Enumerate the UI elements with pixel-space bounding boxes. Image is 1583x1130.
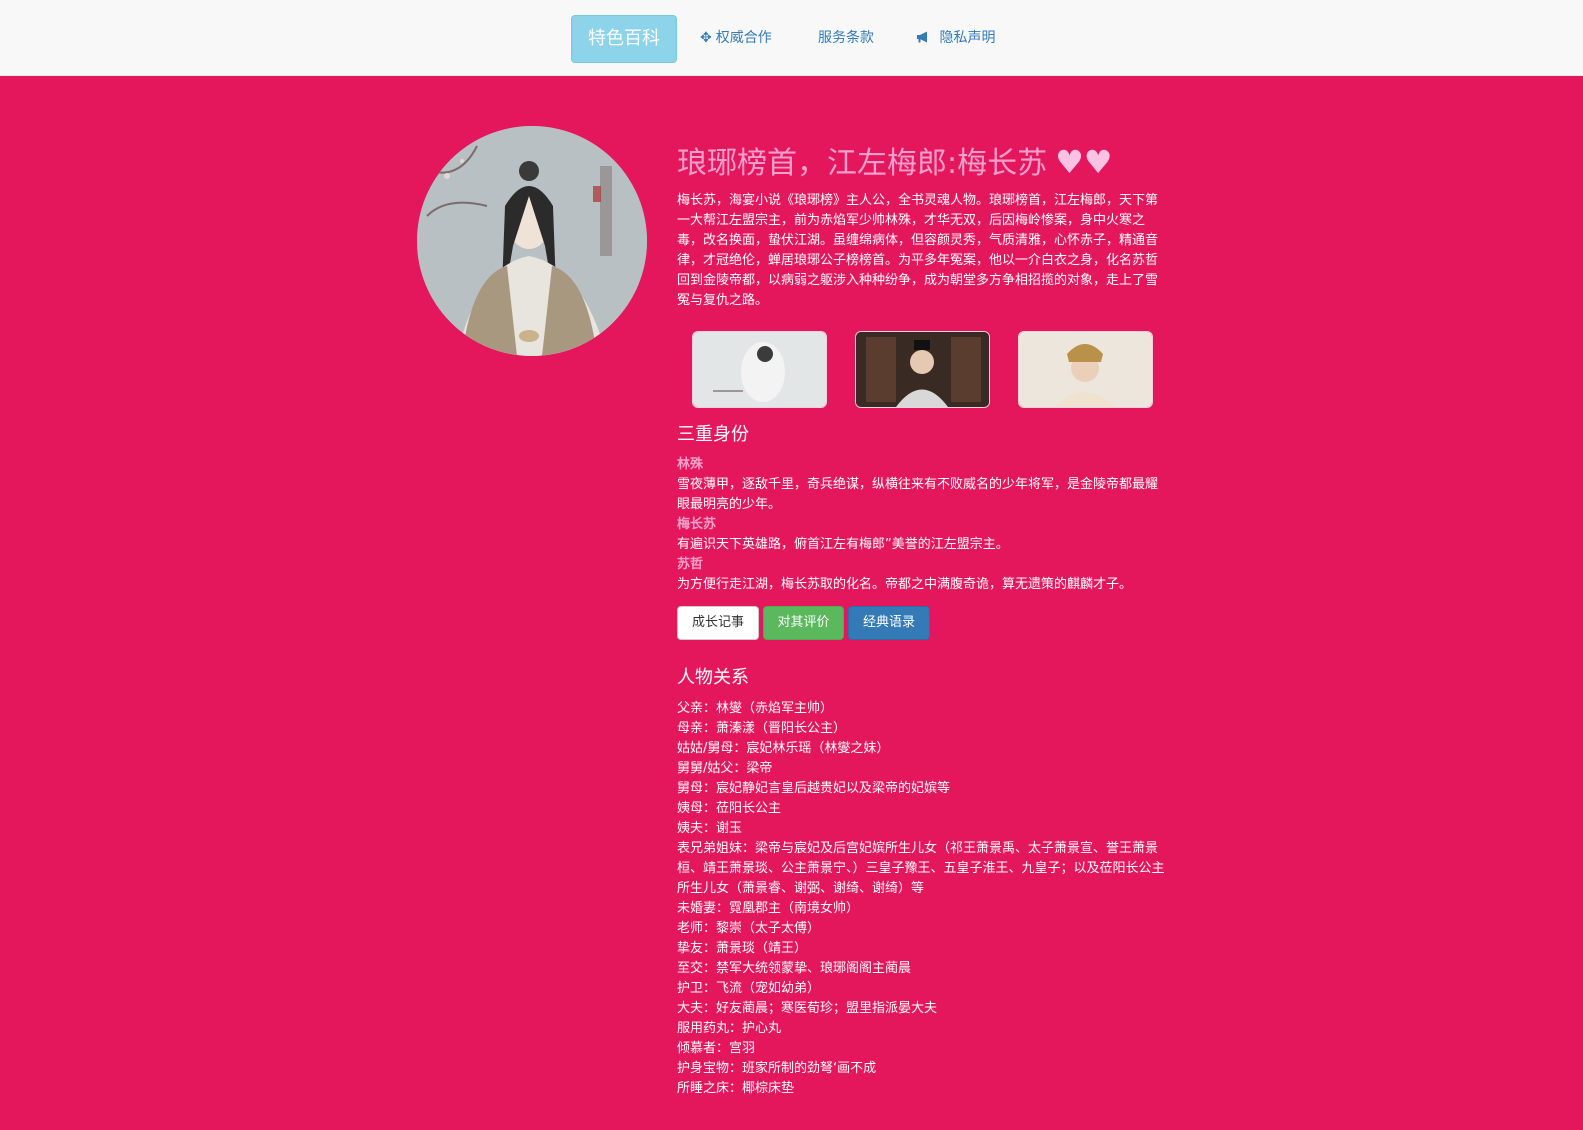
list-item: 姑姑/舅母：宸妃林乐瑶（林燮之妹） xyxy=(677,741,890,756)
page-title: 琅琊榜首，江左梅郎:梅长苏 ♥♥ xyxy=(677,140,1112,186)
review-button[interactable]: 对其评价 xyxy=(763,606,844,640)
list-item: 大夫：好友蔺晨；寒医荀珍；盟里指派晏大夫 xyxy=(677,1001,938,1016)
identity-name-meichangsu: 梅长苏 xyxy=(677,517,717,532)
character-portrait xyxy=(417,126,647,356)
quotes-button[interactable]: 经典语录 xyxy=(848,606,930,640)
thumbnail-1[interactable] xyxy=(692,331,827,408)
move-icon: ✥ xyxy=(700,30,712,46)
nav-label-terms: 服务条款 xyxy=(818,30,874,46)
identity-desc-suzhe: 为方便行走江湖，梅长苏取的化名。帝都之中满腹奇诡，算无遗策的麒麟才子。 xyxy=(677,577,1133,592)
list-item: 姨夫：谢玉 xyxy=(677,821,743,836)
nav-item-featured[interactable]: 特色百科 xyxy=(571,15,677,63)
list-item: 舅母：宸妃静妃言皇后越贵妃以及梁帝的妃嫔等 xyxy=(677,781,951,796)
list-item: 所睡之床：椰棕床垫 xyxy=(677,1081,795,1096)
thumbnail-3[interactable] xyxy=(1018,331,1153,408)
identity-name-suzhe: 苏哲 xyxy=(677,557,704,572)
list-item: 倾慕者：宫羽 xyxy=(677,1041,756,1056)
nav-item-terms[interactable]: 服务条款 xyxy=(818,15,874,61)
nav-label-privacy: 隐私声明 xyxy=(939,30,996,46)
list-item: 服用药丸：护心丸 xyxy=(677,1021,782,1036)
relations-heading: 人物关系 xyxy=(677,667,749,688)
hearts-icon: ♥♥ xyxy=(1055,143,1113,181)
list-item: 挚友：萧景琰（靖王） xyxy=(677,941,808,956)
nav-item-privacy[interactable]: 隐私声明 xyxy=(916,15,995,61)
list-item: 护卫：飞流（宠如幼弟） xyxy=(677,981,821,996)
list-item: 至交：禁军大统领蒙挚、琅琊阁阁主蔺晨 xyxy=(677,961,912,976)
list-item: 姨母：莅阳长公主 xyxy=(677,801,782,816)
list-item: 母亲：萧溱漾（晋阳长公主） xyxy=(677,721,847,736)
growth-button[interactable]: 成长记事 xyxy=(677,606,759,640)
list-item: 老师：黎崇（太子太傅） xyxy=(677,921,821,936)
list-item: 舅舅/姑父：梁帝 xyxy=(677,761,773,776)
bullhorn-icon xyxy=(916,30,935,46)
nav-label-featured: 特色百科 xyxy=(588,28,660,49)
identities-heading: 三重身份 xyxy=(677,424,749,445)
nav-label-cooperation: 权威合作 xyxy=(715,30,772,46)
identity-desc-linshu: 雪夜薄甲，逐敌千里，奇兵绝谋，纵横往来有不败威名的少年将军，是金陵帝都最耀眼最明… xyxy=(677,477,1159,512)
list-item: 表兄弟姐妹：梁帝与宸妃及后宫妃嫔所生儿女（祁王萧景禹、太子萧景宣、誉王萧景桓、靖… xyxy=(677,841,1165,896)
character-intro: 梅长苏，海宴小说《琅琊榜》主人公，全书灵魂人物。琅琊榜首，江左梅郎，天下第一大帮… xyxy=(677,193,1159,308)
title-text: 琅琊榜首，江左梅郎:梅长苏 xyxy=(677,146,1048,181)
list-item: 护身宝物：班家所制的劲弩‘画不成 xyxy=(677,1061,877,1076)
list-item: 父亲：林燮（赤焰军主帅） xyxy=(677,701,834,716)
identity-desc-meichangsu: 有遍识天下英雄路，俯首江左有梅郎”美誉的江左盟宗主。 xyxy=(677,537,1009,552)
relations-list: 父亲：林燮（赤焰军主帅） 母亲：萧溱漾（晋阳长公主） 姑姑/舅母：宸妃林乐瑶（林… xyxy=(677,699,1172,1099)
nav-item-cooperation[interactable]: ✥ 权威合作 xyxy=(700,15,772,61)
top-navbar: 特色百科 ✥ 权威合作 服务条款 隐私声明 xyxy=(0,0,1583,76)
identity-name-linshu: 林殊 xyxy=(677,457,704,472)
thumbnail-2[interactable] xyxy=(855,331,990,408)
list-item: 未婚妻：霓凰郡主（南境女帅） xyxy=(677,901,860,916)
